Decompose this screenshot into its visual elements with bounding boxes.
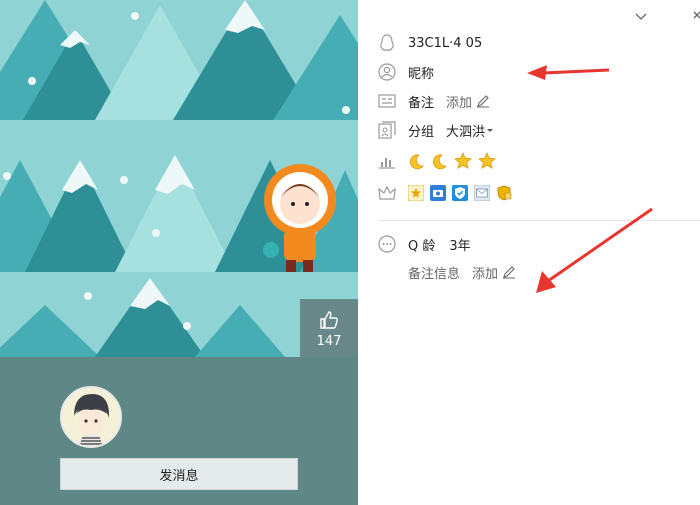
q-age-value: 3年 — [449, 238, 471, 254]
red-arrow-annotation — [527, 65, 610, 80]
q-age-label: Q 龄 — [408, 238, 436, 254]
profile-info-panel: 33C1L·4 05 昵称 备注 添加 分组 大泗洪 Q 龄 3年 备注信息 添… — [358, 0, 700, 505]
shield-badge-icon[interactable] — [452, 185, 468, 201]
moon-icon — [409, 153, 424, 169]
crown-outline-icon — [378, 184, 396, 202]
add-remark-info-label: 添加 — [472, 266, 499, 282]
star-badge-icon[interactable] — [408, 185, 424, 201]
avatar[interactable] — [60, 386, 122, 448]
collapse-chevron-icon[interactable] — [634, 8, 648, 26]
nickname-row: 昵称 — [378, 62, 434, 82]
close-icon[interactable] — [692, 8, 700, 26]
services-row — [378, 183, 518, 203]
q-age-row: Q 龄 3年 — [378, 234, 471, 254]
service-badges[interactable] — [408, 185, 518, 201]
group-value: 大泗洪 — [446, 124, 486, 140]
add-remark-label: 添加 — [446, 95, 473, 111]
remark-label: 备注 — [408, 95, 435, 111]
level-badges[interactable] — [408, 152, 496, 170]
level-row — [378, 151, 496, 171]
level-chart-icon — [378, 152, 396, 170]
moon-icon — [432, 153, 447, 169]
remark-row: 备注 添加 — [378, 91, 490, 111]
group-row: 分组 大泗洪 — [378, 120, 495, 140]
vip-badge-icon[interactable] — [496, 185, 512, 201]
thumbs-up-icon — [320, 311, 338, 329]
edit-pencil-icon — [503, 266, 516, 279]
profile-left-panel: 147 发消息 — [0, 0, 358, 505]
red-arrow-annotation — [536, 207, 653, 293]
like-button[interactable]: 147 — [300, 299, 358, 357]
star-icon — [478, 152, 496, 170]
add-remark-button[interactable]: 添加 — [446, 92, 490, 111]
qq-number: 33C1L·4 05 — [408, 35, 483, 51]
camera-badge-icon[interactable] — [430, 185, 446, 201]
remark-info-label: 备注信息 — [408, 266, 461, 282]
add-remark-info-button[interactable]: 添加 — [472, 263, 516, 282]
user-icon — [378, 63, 396, 81]
caret-down-icon — [487, 129, 494, 132]
like-count: 147 — [316, 334, 342, 349]
nickname: 昵称 — [408, 66, 435, 82]
star-icon — [454, 152, 472, 170]
send-message-button[interactable]: 发消息 — [60, 458, 298, 490]
mail-badge-icon[interactable] — [474, 185, 490, 201]
remark-info-row: 备注信息 添加 — [408, 262, 516, 282]
edit-pencil-icon — [477, 95, 490, 108]
group-label: 分组 — [408, 124, 435, 140]
group-dropdown[interactable]: 大泗洪 — [446, 121, 495, 140]
more-dots-icon — [378, 235, 396, 253]
card-icon — [378, 92, 396, 110]
group-icon — [378, 121, 396, 139]
penguin-icon — [378, 34, 396, 52]
avatar-image — [62, 388, 120, 446]
profile-footer: 发消息 — [0, 357, 358, 505]
qq-number-row: 33C1L·4 05 — [378, 33, 482, 53]
